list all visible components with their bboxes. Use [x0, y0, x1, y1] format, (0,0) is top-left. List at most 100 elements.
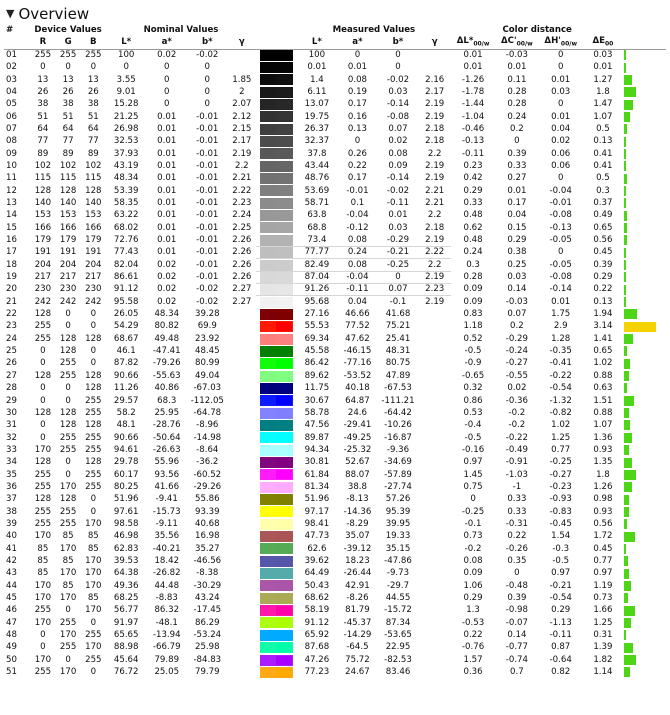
color-swatch	[256, 148, 297, 160]
delta-l: 0.48	[463, 235, 483, 246]
nominal-color-patch	[276, 149, 293, 159]
delta-l: 0.42	[463, 173, 483, 184]
nominal-l: 15.28	[113, 99, 139, 110]
device-r: 255	[34, 469, 52, 480]
nominal-l: 46.1	[116, 346, 136, 357]
color-swatch	[256, 469, 297, 481]
nominal-color-patch	[276, 581, 293, 591]
nominal-b: 86.29	[194, 617, 220, 628]
nominal-l: 94.61	[113, 444, 139, 455]
color-swatch	[256, 49, 297, 61]
delta-h: -0.83	[549, 506, 572, 517]
delta-c: 0.14	[507, 630, 527, 641]
delta-e-bar-cell	[623, 74, 666, 86]
col-meas-b-header: b*	[377, 36, 419, 50]
color-swatch	[256, 270, 297, 284]
color-swatch	[256, 98, 297, 111]
nominal-b: -0.01	[196, 222, 219, 233]
measured-a: -49.25	[343, 432, 372, 443]
measured-a: 0.24	[337, 245, 378, 259]
device-b: 179	[85, 235, 102, 246]
nominal-gamma	[228, 382, 257, 394]
nominal-a: 68.3	[157, 395, 177, 406]
color-swatch	[256, 654, 297, 666]
nominal-gamma: 2.23	[232, 198, 252, 208]
row-number: 07	[6, 123, 17, 134]
delta-l: 0.08	[463, 555, 483, 566]
nominal-l: 95.58	[113, 296, 139, 307]
delta-c: -0.22	[505, 432, 528, 443]
nominal-a: 0.02	[157, 296, 177, 307]
measured-b: -53.65	[384, 630, 412, 641]
nominal-l: 26.98	[113, 123, 139, 134]
table-row: 15 166 166 166 68.02 0.01 -0.01 2.25 68.8 -0.12 0.…	[4, 222, 666, 234]
measured-gamma: 2.19	[425, 234, 445, 245]
nominal-a: 0	[164, 74, 170, 85]
nominal-gamma	[228, 567, 257, 579]
nominal-gamma: 1.85	[232, 74, 252, 85]
nominal-a: -26.82	[152, 568, 181, 579]
nominal-gamma	[228, 61, 257, 73]
measured-color-patch	[259, 321, 293, 333]
color-swatch	[256, 358, 297, 370]
delta-e-bar	[624, 185, 627, 196]
measured-color-patch	[259, 617, 293, 629]
delta-e: 0.37	[593, 198, 613, 208]
delta-c: 0.17	[507, 198, 527, 208]
delta-e-bar	[624, 469, 637, 480]
row-number: 12	[6, 185, 17, 196]
delta-c: -0.24	[505, 346, 528, 357]
delta-c: 0.24	[507, 111, 527, 122]
delta-e-bar-cell	[623, 555, 666, 567]
delta-e-bar	[624, 87, 637, 98]
nominal-l: 100	[117, 50, 135, 61]
delta-c: -0.77	[505, 642, 528, 653]
nominal-l: 91.97	[113, 617, 139, 628]
nominal-l: 98.58	[113, 518, 139, 529]
delta-e-bar-cell	[623, 296, 666, 308]
delta-e-bar	[624, 395, 635, 406]
nominal-gamma: 2.27	[232, 284, 252, 295]
device-r: 128	[34, 185, 52, 196]
delta-c: 0.29	[507, 235, 527, 246]
measured-color-patch	[259, 74, 293, 86]
nominal-color-patch	[276, 297, 293, 307]
delta-e-bar-cell	[623, 185, 666, 197]
measured-a: 0.19	[347, 86, 368, 97]
color-swatch	[256, 370, 297, 382]
device-b: 38	[87, 99, 99, 110]
color-swatch	[256, 86, 297, 98]
table-row: 08 77 77 77 32.53 0.01 -0.01 2.17 32.37 0 0.02 2.18…	[4, 135, 666, 148]
measured-l: 61.84	[304, 469, 330, 480]
delta-e-bar	[624, 383, 628, 394]
delta-e: 0.45	[593, 247, 613, 258]
delta-c: -0.07	[505, 617, 528, 628]
nominal-a: 0.01	[157, 210, 177, 221]
delta-e: 0.5	[596, 123, 610, 134]
triangle-down-icon[interactable]: ▼	[6, 7, 14, 20]
device-b: 128	[85, 457, 102, 468]
delta-l: -0.11	[461, 148, 485, 159]
nominal-b: -8.96	[196, 420, 219, 431]
delta-c: -0.03	[505, 50, 528, 61]
delta-e-bar	[624, 111, 631, 122]
measured-a: 0.13	[347, 123, 368, 134]
overview-header[interactable]: ▼ Overview	[0, 0, 670, 24]
delta-h: 0.02	[551, 136, 571, 147]
measured-b: 0.07	[377, 283, 419, 296]
measured-b: 75.21	[385, 321, 411, 332]
delta-e: 1.72	[593, 531, 613, 542]
measured-b: 83.46	[385, 667, 411, 678]
nominal-color-patch	[276, 161, 293, 171]
measured-a: 35.07	[345, 531, 370, 542]
nominal-l: 86.61	[113, 272, 139, 283]
table-row: 05 38 38 38 15.28 0 0 2.07 13.07 0.17 -0.14 2.19 -1.…	[4, 98, 666, 111]
device-b: 170	[85, 568, 102, 579]
nominal-a: -66.79	[152, 642, 181, 653]
table-row: 16 179 179 179 72.76 0.01 -0.01 2.26 73.4 0.08 -0.…	[4, 234, 666, 246]
measured-gamma: 2.18	[425, 222, 445, 233]
delta-e-bar	[624, 247, 627, 258]
measured-color-patch	[259, 629, 293, 641]
delta-e-bar	[624, 235, 628, 246]
delta-e-bar-cell	[623, 518, 666, 530]
